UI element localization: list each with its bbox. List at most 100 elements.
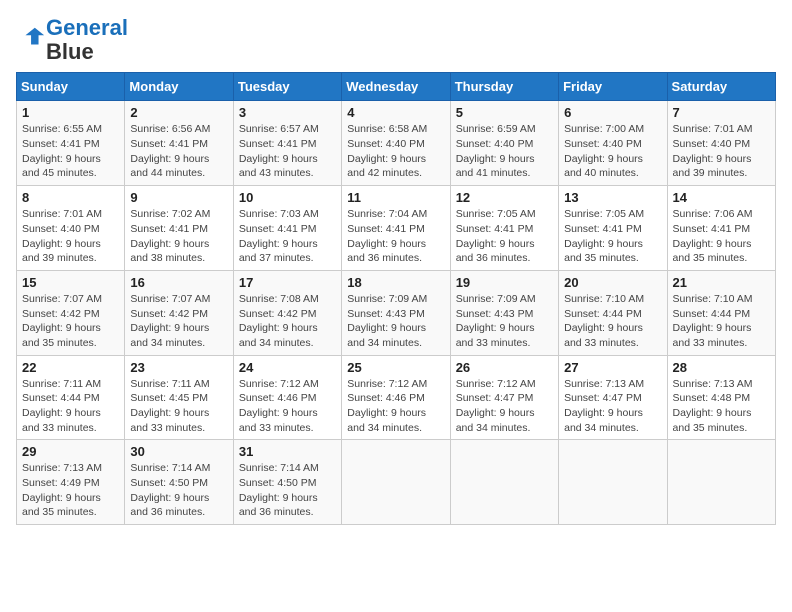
day-number: 31 — [239, 444, 336, 459]
day-detail: Sunrise: 7:10 AMSunset: 4:44 PMDaylight:… — [564, 292, 661, 351]
calendar-cell: 22 Sunrise: 7:11 AMSunset: 4:44 PMDaylig… — [17, 355, 125, 440]
calendar-week: 29 Sunrise: 7:13 AMSunset: 4:49 PMDaylig… — [17, 440, 776, 525]
day-number: 21 — [673, 275, 770, 290]
calendar-cell: 4 Sunrise: 6:58 AMSunset: 4:40 PMDayligh… — [342, 101, 450, 186]
calendar-cell: 31 Sunrise: 7:14 AMSunset: 4:50 PMDaylig… — [233, 440, 341, 525]
day-detail: Sunrise: 7:07 AMSunset: 4:42 PMDaylight:… — [22, 292, 119, 351]
calendar-cell: 7 Sunrise: 7:01 AMSunset: 4:40 PMDayligh… — [667, 101, 775, 186]
calendar-cell: 6 Sunrise: 7:00 AMSunset: 4:40 PMDayligh… — [559, 101, 667, 186]
weekday-header: Sunday — [17, 73, 125, 101]
day-detail: Sunrise: 7:12 AMSunset: 4:47 PMDaylight:… — [456, 377, 553, 436]
calendar-week: 22 Sunrise: 7:11 AMSunset: 4:44 PMDaylig… — [17, 355, 776, 440]
calendar-cell: 19 Sunrise: 7:09 AMSunset: 4:43 PMDaylig… — [450, 270, 558, 355]
weekday-header: Thursday — [450, 73, 558, 101]
calendar-cell: 29 Sunrise: 7:13 AMSunset: 4:49 PMDaylig… — [17, 440, 125, 525]
weekday-header: Wednesday — [342, 73, 450, 101]
day-detail: Sunrise: 6:55 AMSunset: 4:41 PMDaylight:… — [22, 122, 119, 181]
day-number: 28 — [673, 360, 770, 375]
calendar-cell: 25 Sunrise: 7:12 AMSunset: 4:46 PMDaylig… — [342, 355, 450, 440]
weekday-header: Saturday — [667, 73, 775, 101]
logo-text: GeneralBlue — [46, 16, 128, 64]
calendar-cell — [559, 440, 667, 525]
weekday-header: Friday — [559, 73, 667, 101]
day-detail: Sunrise: 7:02 AMSunset: 4:41 PMDaylight:… — [130, 207, 227, 266]
day-number: 11 — [347, 190, 444, 205]
calendar-cell: 26 Sunrise: 7:12 AMSunset: 4:47 PMDaylig… — [450, 355, 558, 440]
day-detail: Sunrise: 7:13 AMSunset: 4:48 PMDaylight:… — [673, 377, 770, 436]
calendar-cell — [342, 440, 450, 525]
day-detail: Sunrise: 7:06 AMSunset: 4:41 PMDaylight:… — [673, 207, 770, 266]
calendar-cell: 24 Sunrise: 7:12 AMSunset: 4:46 PMDaylig… — [233, 355, 341, 440]
day-number: 6 — [564, 105, 661, 120]
calendar-week: 8 Sunrise: 7:01 AMSunset: 4:40 PMDayligh… — [17, 186, 776, 271]
calendar-cell: 20 Sunrise: 7:10 AMSunset: 4:44 PMDaylig… — [559, 270, 667, 355]
calendar-cell: 16 Sunrise: 7:07 AMSunset: 4:42 PMDaylig… — [125, 270, 233, 355]
day-number: 26 — [456, 360, 553, 375]
calendar-cell — [450, 440, 558, 525]
day-detail: Sunrise: 7:05 AMSunset: 4:41 PMDaylight:… — [456, 207, 553, 266]
day-detail: Sunrise: 7:14 AMSunset: 4:50 PMDaylight:… — [239, 461, 336, 520]
day-number: 7 — [673, 105, 770, 120]
day-detail: Sunrise: 7:09 AMSunset: 4:43 PMDaylight:… — [456, 292, 553, 351]
day-detail: Sunrise: 7:09 AMSunset: 4:43 PMDaylight:… — [347, 292, 444, 351]
calendar-table: SundayMondayTuesdayWednesdayThursdayFrid… — [16, 72, 776, 525]
day-detail: Sunrise: 7:11 AMSunset: 4:44 PMDaylight:… — [22, 377, 119, 436]
logo: GeneralBlue — [16, 16, 128, 64]
calendar-cell: 27 Sunrise: 7:13 AMSunset: 4:47 PMDaylig… — [559, 355, 667, 440]
day-number: 30 — [130, 444, 227, 459]
day-number: 13 — [564, 190, 661, 205]
day-number: 1 — [22, 105, 119, 120]
day-number: 23 — [130, 360, 227, 375]
day-number: 17 — [239, 275, 336, 290]
day-detail: Sunrise: 6:56 AMSunset: 4:41 PMDaylight:… — [130, 122, 227, 181]
calendar-cell: 1 Sunrise: 6:55 AMSunset: 4:41 PMDayligh… — [17, 101, 125, 186]
day-detail: Sunrise: 7:13 AMSunset: 4:47 PMDaylight:… — [564, 377, 661, 436]
day-number: 16 — [130, 275, 227, 290]
day-detail: Sunrise: 7:01 AMSunset: 4:40 PMDaylight:… — [22, 207, 119, 266]
day-number: 19 — [456, 275, 553, 290]
calendar-cell: 5 Sunrise: 6:59 AMSunset: 4:40 PMDayligh… — [450, 101, 558, 186]
weekday-header: Monday — [125, 73, 233, 101]
page-header: GeneralBlue — [16, 16, 776, 64]
calendar-cell: 14 Sunrise: 7:06 AMSunset: 4:41 PMDaylig… — [667, 186, 775, 271]
day-detail: Sunrise: 6:57 AMSunset: 4:41 PMDaylight:… — [239, 122, 336, 181]
calendar-cell: 17 Sunrise: 7:08 AMSunset: 4:42 PMDaylig… — [233, 270, 341, 355]
calendar-cell: 9 Sunrise: 7:02 AMSunset: 4:41 PMDayligh… — [125, 186, 233, 271]
day-number: 15 — [22, 275, 119, 290]
day-detail: Sunrise: 7:04 AMSunset: 4:41 PMDaylight:… — [347, 207, 444, 266]
logo-icon — [18, 24, 46, 52]
calendar-cell: 13 Sunrise: 7:05 AMSunset: 4:41 PMDaylig… — [559, 186, 667, 271]
calendar-cell: 8 Sunrise: 7:01 AMSunset: 4:40 PMDayligh… — [17, 186, 125, 271]
day-detail: Sunrise: 7:00 AMSunset: 4:40 PMDaylight:… — [564, 122, 661, 181]
day-detail: Sunrise: 7:13 AMSunset: 4:49 PMDaylight:… — [22, 461, 119, 520]
day-number: 9 — [130, 190, 227, 205]
day-detail: Sunrise: 7:08 AMSunset: 4:42 PMDaylight:… — [239, 292, 336, 351]
calendar-cell: 3 Sunrise: 6:57 AMSunset: 4:41 PMDayligh… — [233, 101, 341, 186]
calendar-cell: 30 Sunrise: 7:14 AMSunset: 4:50 PMDaylig… — [125, 440, 233, 525]
day-number: 3 — [239, 105, 336, 120]
day-number: 10 — [239, 190, 336, 205]
weekday-header: Tuesday — [233, 73, 341, 101]
day-detail: Sunrise: 7:12 AMSunset: 4:46 PMDaylight:… — [347, 377, 444, 436]
day-number: 25 — [347, 360, 444, 375]
day-number: 8 — [22, 190, 119, 205]
calendar-cell: 23 Sunrise: 7:11 AMSunset: 4:45 PMDaylig… — [125, 355, 233, 440]
calendar-cell: 28 Sunrise: 7:13 AMSunset: 4:48 PMDaylig… — [667, 355, 775, 440]
day-number: 27 — [564, 360, 661, 375]
calendar-cell: 12 Sunrise: 7:05 AMSunset: 4:41 PMDaylig… — [450, 186, 558, 271]
day-detail: Sunrise: 7:03 AMSunset: 4:41 PMDaylight:… — [239, 207, 336, 266]
day-detail: Sunrise: 7:14 AMSunset: 4:50 PMDaylight:… — [130, 461, 227, 520]
calendar-cell: 2 Sunrise: 6:56 AMSunset: 4:41 PMDayligh… — [125, 101, 233, 186]
day-number: 14 — [673, 190, 770, 205]
day-number: 4 — [347, 105, 444, 120]
day-detail: Sunrise: 7:01 AMSunset: 4:40 PMDaylight:… — [673, 122, 770, 181]
calendar-cell — [667, 440, 775, 525]
calendar-week: 15 Sunrise: 7:07 AMSunset: 4:42 PMDaylig… — [17, 270, 776, 355]
day-detail: Sunrise: 7:11 AMSunset: 4:45 PMDaylight:… — [130, 377, 227, 436]
day-number: 20 — [564, 275, 661, 290]
day-number: 5 — [456, 105, 553, 120]
calendar-cell: 21 Sunrise: 7:10 AMSunset: 4:44 PMDaylig… — [667, 270, 775, 355]
day-detail: Sunrise: 7:07 AMSunset: 4:42 PMDaylight:… — [130, 292, 227, 351]
calendar-cell: 11 Sunrise: 7:04 AMSunset: 4:41 PMDaylig… — [342, 186, 450, 271]
day-number: 12 — [456, 190, 553, 205]
